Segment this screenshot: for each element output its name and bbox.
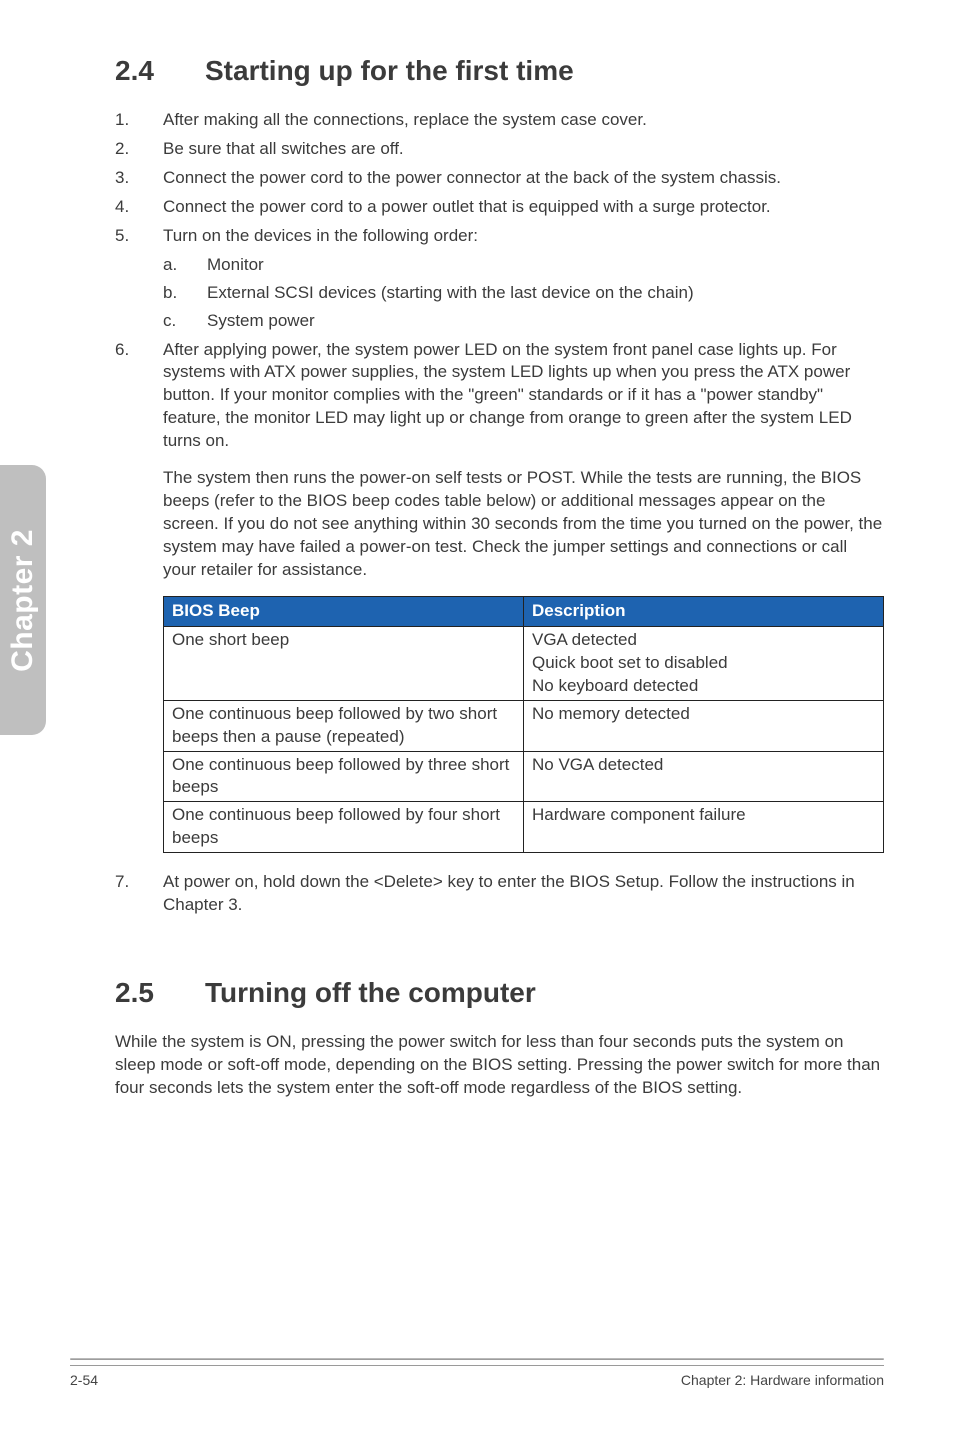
- section-24-steps: After making all the connections, replac…: [115, 109, 884, 853]
- section-25-title: Turning off the computer: [205, 977, 536, 1008]
- table-row: One continuous beep followed by four sho…: [164, 802, 884, 853]
- substep-text: External SCSI devices (starting with the…: [207, 283, 694, 302]
- table-cell: No memory detected: [524, 700, 884, 751]
- table-cell: No VGA detected: [524, 751, 884, 802]
- step-text: Be sure that all switches are off.: [163, 139, 404, 158]
- list-item: b. External SCSI devices (starting with t…: [163, 282, 884, 305]
- list-item: Be sure that all switches are off.: [115, 138, 884, 161]
- page-footer: 2-54 Chapter 2: Hardware information: [70, 1365, 884, 1388]
- substep-list: a. Monitor b. External SCSI devices (start…: [163, 254, 884, 333]
- table-cell: One short beep: [164, 626, 524, 700]
- section-25-heading: 2.5Turning off the computer: [115, 977, 884, 1009]
- footer-chapter-label: Chapter 2: Hardware information: [681, 1372, 884, 1388]
- list-item: Connect the power cord to a power outlet…: [115, 196, 884, 219]
- substep-text: System power: [207, 311, 315, 330]
- substep-letter: a.: [163, 254, 177, 277]
- table-row: One continuous beep followed by three sh…: [164, 751, 884, 802]
- section-25-body: While the system is ON, pressing the pow…: [115, 1031, 884, 1100]
- step-7: 7. At power on, hold down the <Delete> k…: [115, 871, 884, 917]
- table-header-row: BIOS Beep Description: [164, 596, 884, 626]
- table-cell: One continuous beep followed by four sho…: [164, 802, 524, 853]
- chapter-side-tab: Chapter 2: [0, 465, 46, 735]
- section-25-number: 2.5: [115, 977, 205, 1009]
- substep-text: Monitor: [207, 255, 264, 274]
- footer-divider: [70, 1358, 884, 1360]
- step-text: Connect the power cord to a power outlet…: [163, 197, 771, 216]
- table-row: One continuous beep followed by two shor…: [164, 700, 884, 751]
- step-7-text: At power on, hold down the <Delete> key …: [163, 872, 855, 914]
- list-item: a. Monitor: [163, 254, 884, 277]
- table-cell: VGA detected Quick boot set to disabled …: [524, 626, 884, 700]
- table-header: BIOS Beep: [164, 596, 524, 626]
- list-item: After applying power, the system power L…: [115, 339, 884, 854]
- list-item: Turn on the devices in the following ord…: [115, 225, 884, 333]
- table-row: One short beep VGA detected Quick boot s…: [164, 626, 884, 700]
- step6-para1: After applying power, the system power L…: [163, 340, 852, 451]
- table-cell: Hardware component failure: [524, 802, 884, 853]
- section-24-title: Starting up for the first time: [205, 55, 574, 86]
- step-text: Turn on the devices in the following ord…: [163, 226, 478, 245]
- step6-para2: The system then runs the power-on self t…: [163, 467, 884, 582]
- list-item: After making all the connections, replac…: [115, 109, 884, 132]
- step-text: After making all the connections, replac…: [163, 110, 647, 129]
- table-cell: One continuous beep followed by three sh…: [164, 751, 524, 802]
- list-item: c. System power: [163, 310, 884, 333]
- section-24-heading: 2.4Starting up for the first time: [115, 55, 884, 87]
- substep-letter: b.: [163, 282, 177, 305]
- table-header: Description: [524, 596, 884, 626]
- step-text: Connect the power cord to the power conn…: [163, 168, 781, 187]
- step-7-number: 7.: [115, 871, 129, 894]
- table-cell: One continuous beep followed by two shor…: [164, 700, 524, 751]
- list-item: Connect the power cord to the power conn…: [115, 167, 884, 190]
- page-number: 2-54: [70, 1372, 98, 1388]
- section-24-number: 2.4: [115, 55, 205, 87]
- chapter-side-label: Chapter 2: [6, 529, 40, 672]
- bios-beep-table: BIOS Beep Description One short beep VGA…: [163, 596, 884, 853]
- substep-letter: c.: [163, 310, 176, 333]
